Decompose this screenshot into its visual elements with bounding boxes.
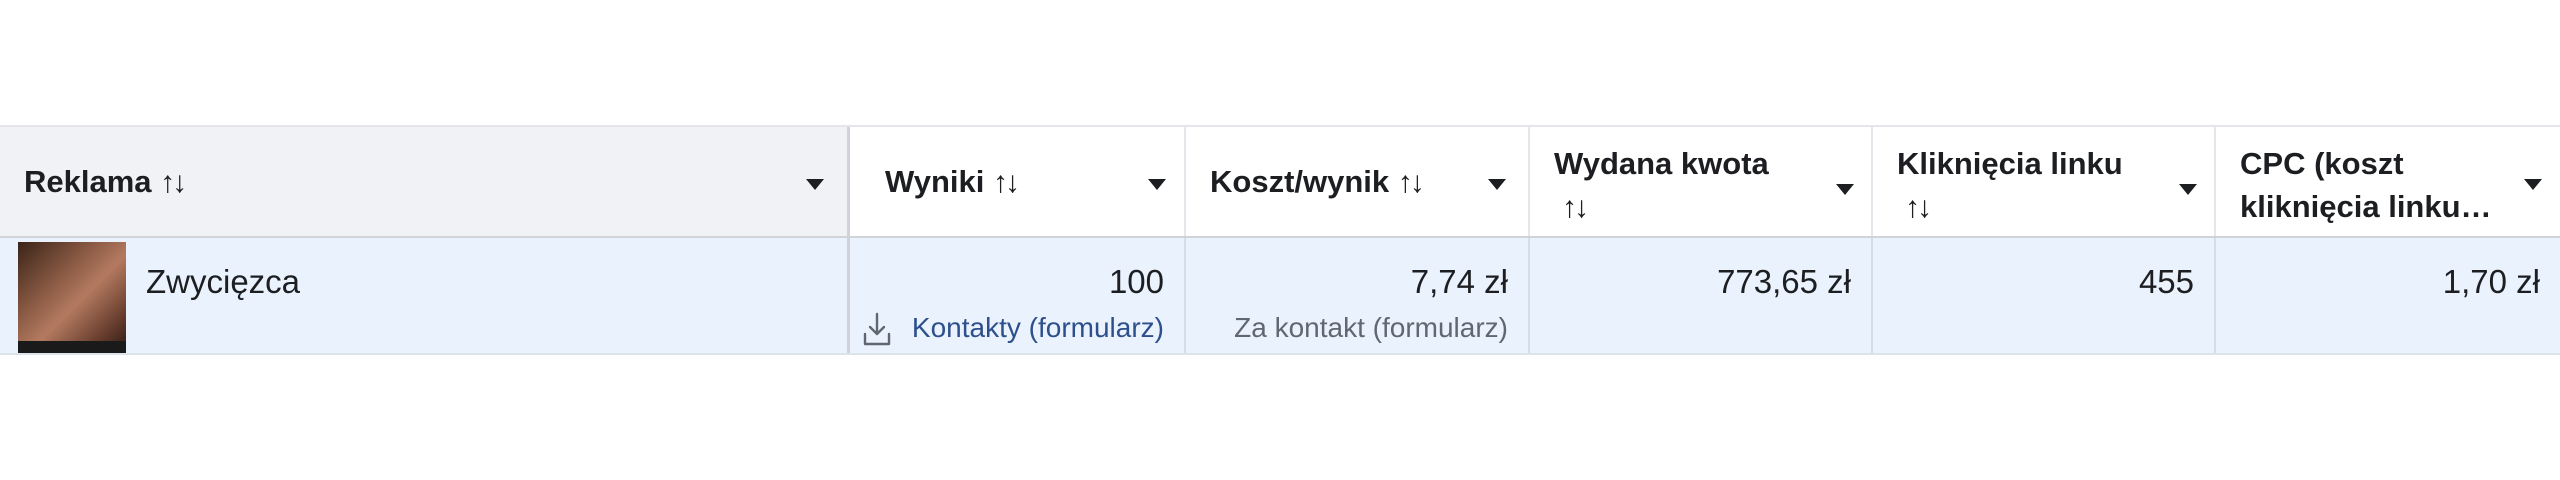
results-value: 100	[1108, 263, 1164, 300]
cell-cost-per-result: 7,74 zł Za kontakt (formularz)	[1186, 238, 1530, 353]
link-clicks-value: 455	[2138, 263, 2194, 300]
sort-icon[interactable]: ↑↓	[160, 166, 187, 199]
column-label-line2: kliknięcia linku…	[2240, 189, 2492, 224]
column-header-reklama[interactable]: Reklama ↑↓	[0, 127, 850, 236]
column-label: Reklama	[24, 164, 152, 199]
cell-results: 100 Kontakty (formularz)	[850, 238, 1186, 353]
chevron-down-icon[interactable]	[806, 179, 824, 190]
cell-ad[interactable]: Zwycięzca	[0, 238, 850, 353]
column-header-klikniecia-linku[interactable]: Kliknięcia linku ↑↓	[1873, 127, 2216, 236]
chevron-down-icon[interactable]	[2179, 184, 2197, 195]
sort-icon[interactable]: ↑↓	[1905, 191, 1932, 224]
column-label: Wydana kwota	[1554, 146, 1769, 181]
column-label: Wyniki	[885, 164, 985, 199]
cell-amount-spent: 773,65 zł	[1530, 238, 1873, 353]
table-row[interactable]: Zwycięzca 100 Kontakty (formularz) 7,74 …	[0, 238, 2560, 355]
ad-thumbnail-image[interactable]	[18, 242, 126, 353]
cpc-value: 1,70 zł	[2442, 263, 2540, 300]
cell-cpc: 1,70 zł	[2216, 238, 2560, 353]
ad-name[interactable]: Zwycięzca	[146, 262, 300, 302]
sort-icon[interactable]: ↑↓	[1398, 166, 1425, 199]
column-label: Kliknięcia linku	[1897, 146, 2123, 181]
column-label: Koszt/wynik	[1210, 164, 1390, 199]
cost-per-result-value: 7,74 zł	[1410, 263, 1508, 300]
column-header-wyniki[interactable]: Wyniki ↑↓	[850, 127, 1186, 236]
chevron-down-icon[interactable]	[1148, 179, 1166, 190]
cost-per-result-note: Za kontakt (formularz)	[1234, 312, 1508, 343]
chevron-down-icon[interactable]	[1836, 184, 1854, 195]
column-header-koszt-wynik[interactable]: Koszt/wynik ↑↓	[1186, 127, 1530, 236]
column-label: CPC (koszt	[2240, 146, 2404, 181]
sort-icon[interactable]: ↑↓	[1562, 191, 1589, 224]
ads-table: Reklama ↑↓ Wyniki ↑↓ Koszt/wynik ↑↓ Wyda…	[0, 125, 2560, 355]
chevron-down-icon[interactable]	[2524, 179, 2542, 190]
results-type-link[interactable]: Kontakty (formularz)	[912, 310, 1164, 346]
sort-icon[interactable]: ↑↓	[993, 166, 1020, 199]
column-header-cpc[interactable]: CPC (koszt kliknięcia linku…	[2216, 127, 2560, 236]
amount-spent-value: 773,65 zł	[1717, 263, 1851, 300]
chevron-down-icon[interactable]	[1488, 179, 1506, 190]
cell-link-clicks: 455	[1873, 238, 2216, 353]
download-icon	[863, 312, 891, 346]
column-header-wydana-kwota[interactable]: Wydana kwota ↑↓	[1530, 127, 1873, 236]
table-header-row: Reklama ↑↓ Wyniki ↑↓ Koszt/wynik ↑↓ Wyda…	[0, 125, 2560, 238]
